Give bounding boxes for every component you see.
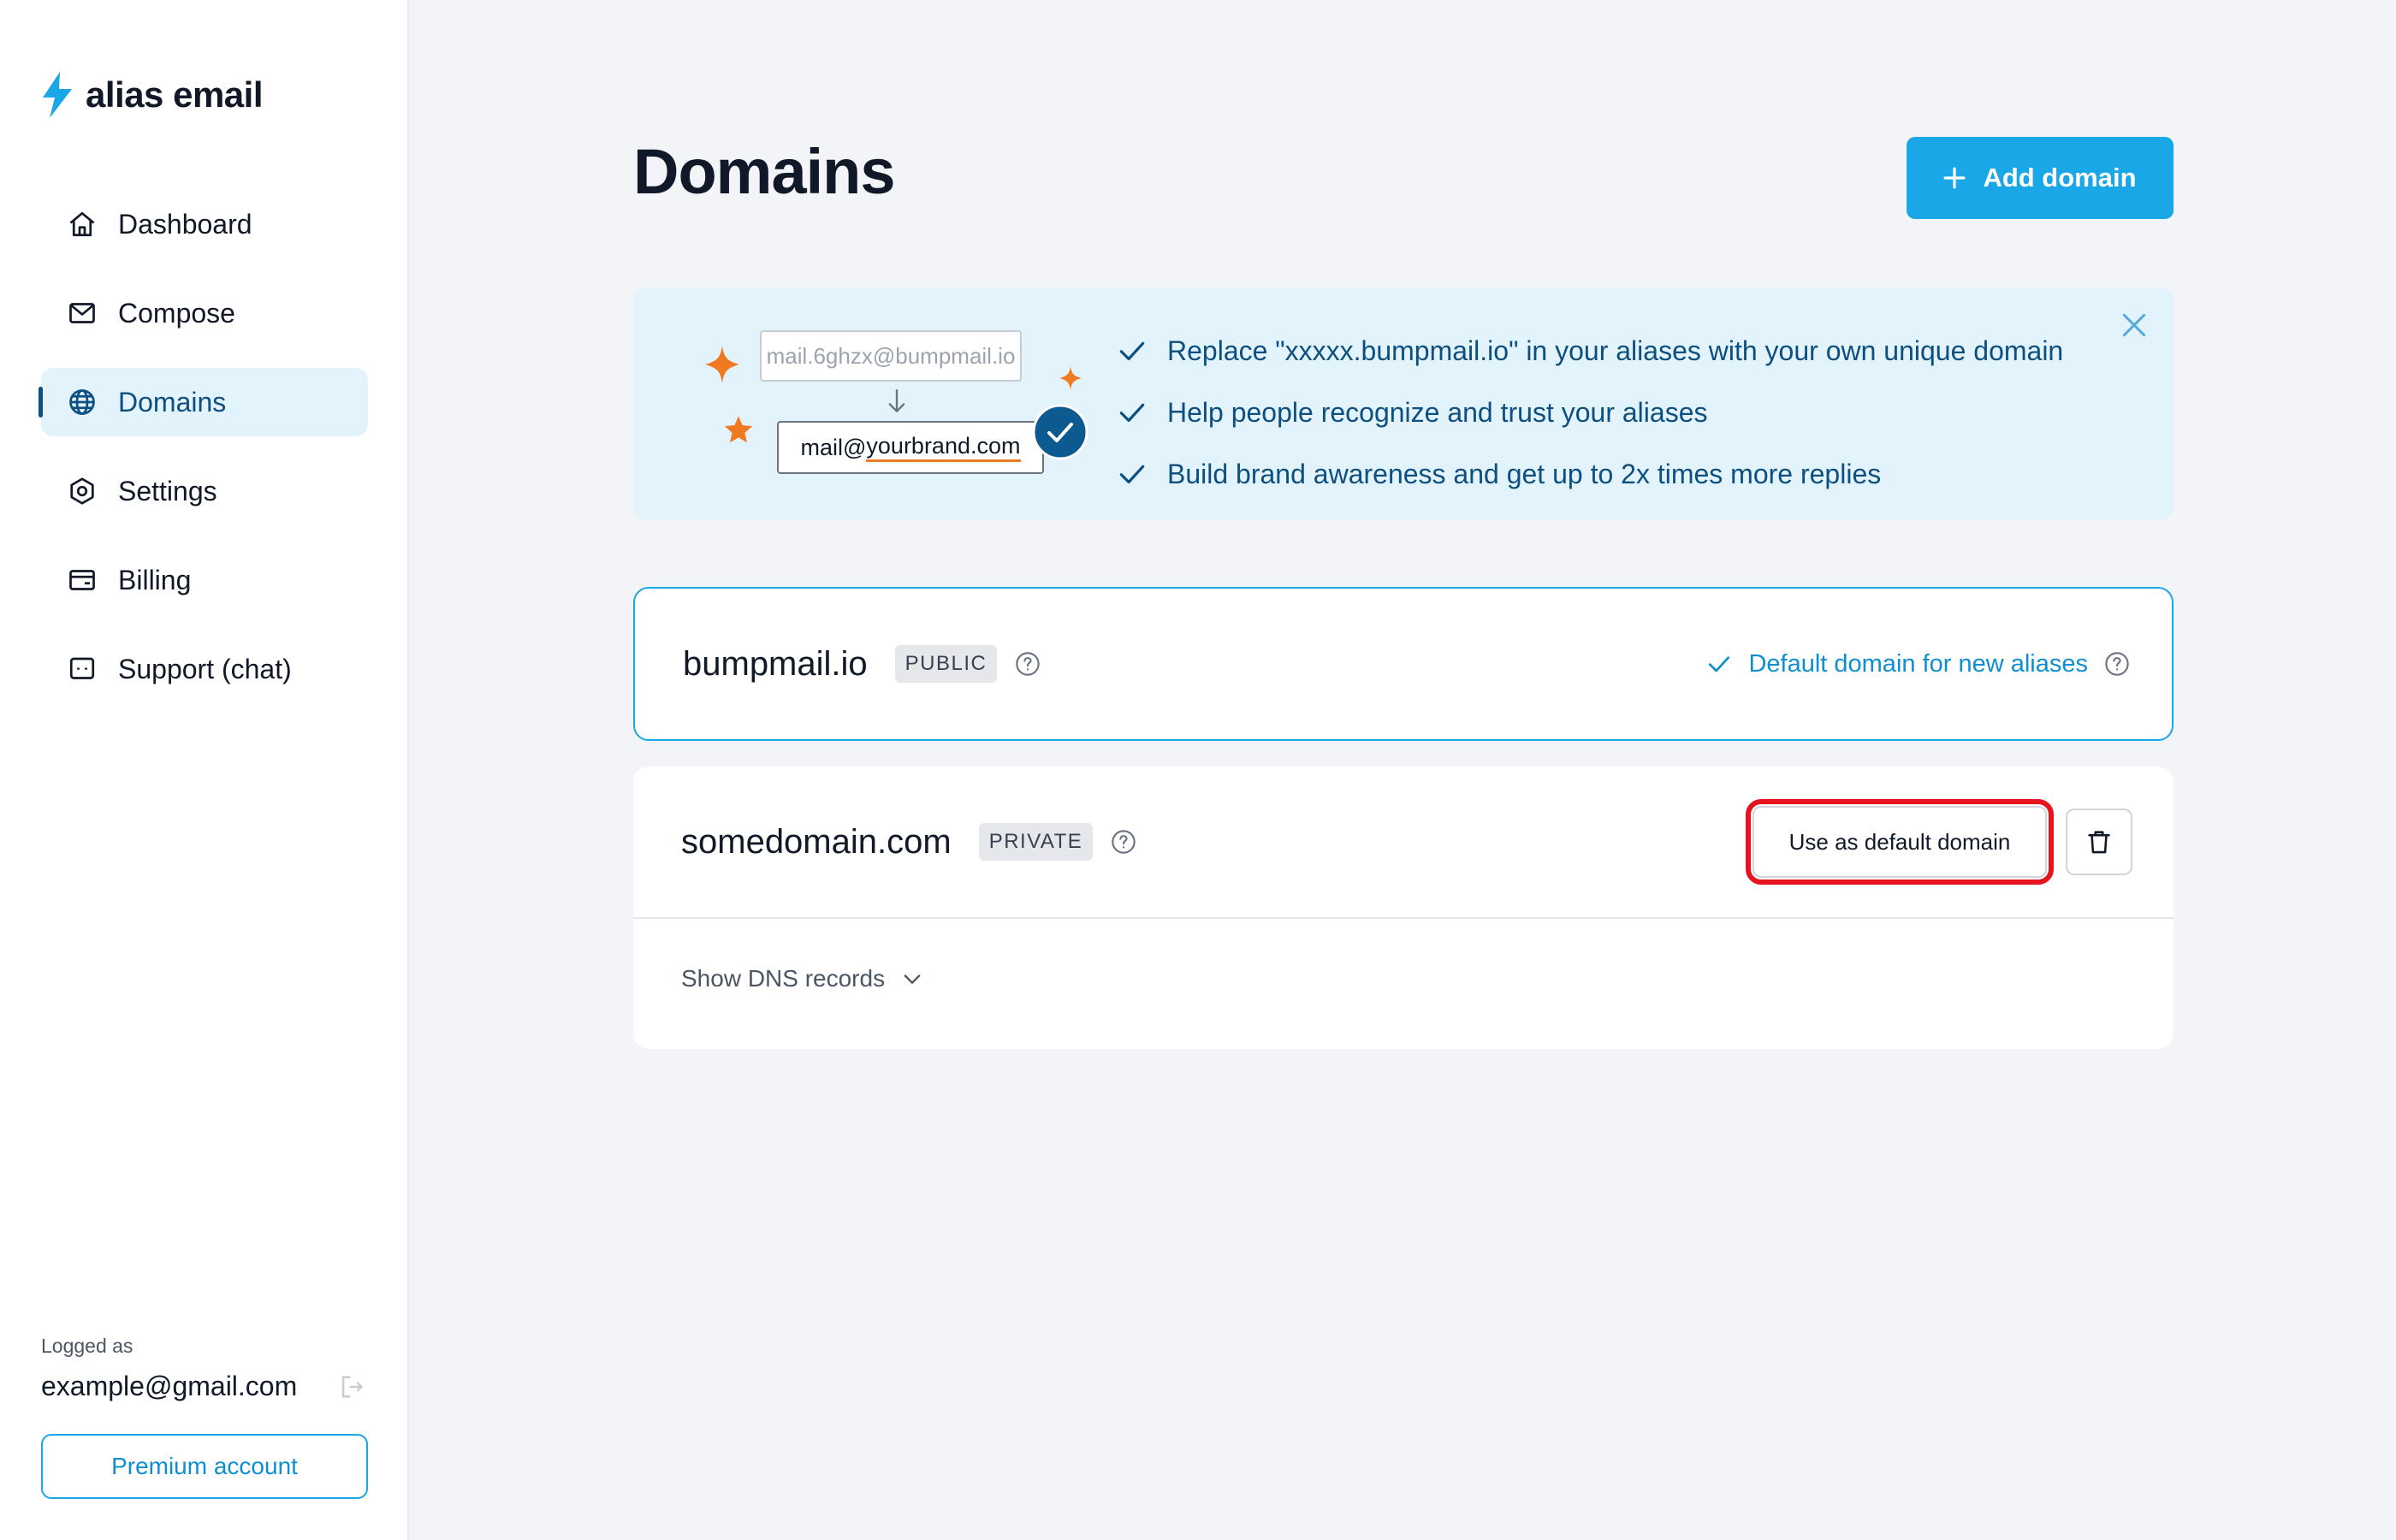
domain-type-badge: PUBLIC (894, 645, 998, 683)
help-icon[interactable] (1014, 650, 1041, 678)
use-as-default-button[interactable]: Use as default domain (1746, 799, 2054, 885)
divider (633, 917, 2174, 919)
old-alias-address: mail.6ghzx@bumpmail.io (760, 330, 1022, 382)
check-icon (1709, 656, 1730, 672)
default-domain-label: Default domain for new aliases (1748, 649, 2088, 678)
user-email: example@gmail.com (41, 1371, 298, 1401)
default-domain-indicator: Default domain for new aliases (1705, 650, 2131, 678)
star-icon (724, 416, 753, 443)
sidebar-item-label: Support (chat) (118, 653, 292, 684)
check-icon (1119, 465, 1145, 484)
domain-name: somedomain.com (681, 822, 952, 861)
list-item: Build brand awareness and get up to 2x t… (1116, 443, 2063, 505)
sidebar: alias email Dashboard Compose Domains Se… (0, 0, 409, 1540)
sidebar-item-settings[interactable]: Settings (41, 457, 368, 525)
page-title: Domains (633, 136, 896, 207)
logout-icon[interactable] (337, 1372, 366, 1401)
domain-card-public: bumpmail.io PUBLIC Default domain for ne… (633, 587, 2174, 741)
home-icon (69, 211, 95, 237)
sidebar-item-billing[interactable]: Billing (41, 546, 368, 614)
sidebar-item-label: Domains (118, 386, 227, 418)
sidebar-item-label: Billing (118, 564, 192, 595)
promo-benefits-list: Replace "xxxxx.bumpmail.io" in your alia… (1116, 320, 2063, 505)
premium-account-button[interactable]: Premium account (41, 1434, 368, 1499)
dns-toggle-label: Show DNS records (681, 965, 886, 992)
check-circle-icon (1032, 404, 1088, 460)
domain-row: somedomain.com PRIVATE Use as default do… (681, 767, 2132, 917)
promo-illustration: mail.6ghzx@bumpmail.io mail@ yourbrand.co… (667, 330, 1088, 484)
list-item: Replace "xxxxx.bumpmail.io" in your alia… (1116, 320, 2063, 382)
help-icon[interactable] (1110, 828, 1137, 856)
domain-card-private: somedomain.com PRIVATE Use as default do… (633, 767, 2174, 1049)
help-icon[interactable] (2103, 650, 2131, 678)
sidebar-item-dashboard[interactable]: Dashboard (41, 190, 368, 258)
delete-domain-button[interactable] (2066, 808, 2132, 875)
card-icon (69, 570, 95, 590)
gear-icon (70, 477, 94, 505)
benefit-text: Help people recognize and trust your ali… (1167, 396, 1708, 428)
sidebar-item-domains[interactable]: Domains (39, 368, 368, 436)
chevron-down-icon (904, 974, 921, 984)
new-address-brand: yourbrand.com (866, 433, 1021, 462)
sparkle-icon (705, 346, 739, 383)
sidebar-item-label: Dashboard (118, 208, 252, 240)
globe-icon (69, 389, 95, 415)
bolt-logo-icon (43, 72, 72, 118)
domain-row: bumpmail.io PUBLIC Default domain for ne… (683, 589, 2131, 739)
sidebar-item-compose[interactable]: Compose (41, 279, 368, 347)
new-alias-address: mail@ yourbrand.com (777, 421, 1044, 474)
list-item: Help people recognize and trust your ali… (1116, 382, 2063, 443)
domain-name: bumpmail.io (683, 644, 868, 683)
chat-icon (69, 657, 95, 679)
arrow-down-icon (888, 389, 905, 412)
sidebar-nav: Dashboard Compose Domains Settings Billi… (39, 190, 368, 724)
domain-type-badge: PRIVATE (978, 823, 1094, 861)
plus-icon (1943, 167, 1966, 189)
sparkle-icon (1059, 366, 1082, 390)
sidebar-item-label: Compose (118, 297, 235, 329)
trash-icon (2088, 831, 2110, 854)
add-domain-label: Add domain (1983, 163, 2137, 192)
logged-as-label: Logged as (41, 1335, 133, 1357)
benefit-text: Build brand awareness and get up to 2x t… (1167, 458, 1882, 489)
sidebar-item-support[interactable]: Support (chat) (41, 635, 368, 703)
new-address-prefix: mail@ (800, 434, 867, 460)
custom-domain-promo: mail.6ghzx@bumpmail.io mail@ yourbrand.co… (633, 287, 2174, 520)
mail-icon (69, 303, 95, 323)
app-logo[interactable]: alias email (39, 72, 263, 118)
check-icon (1119, 341, 1145, 361)
check-icon (1119, 403, 1145, 423)
sidebar-item-label: Settings (118, 475, 217, 506)
benefit-text: Replace "xxxxx.bumpmail.io" in your alia… (1167, 335, 2064, 366)
close-icon[interactable] (2117, 308, 2151, 342)
show-dns-records-toggle[interactable]: Show DNS records (681, 965, 924, 992)
app-name: alias email (86, 74, 263, 115)
add-domain-button[interactable]: Add domain (1907, 137, 2174, 219)
